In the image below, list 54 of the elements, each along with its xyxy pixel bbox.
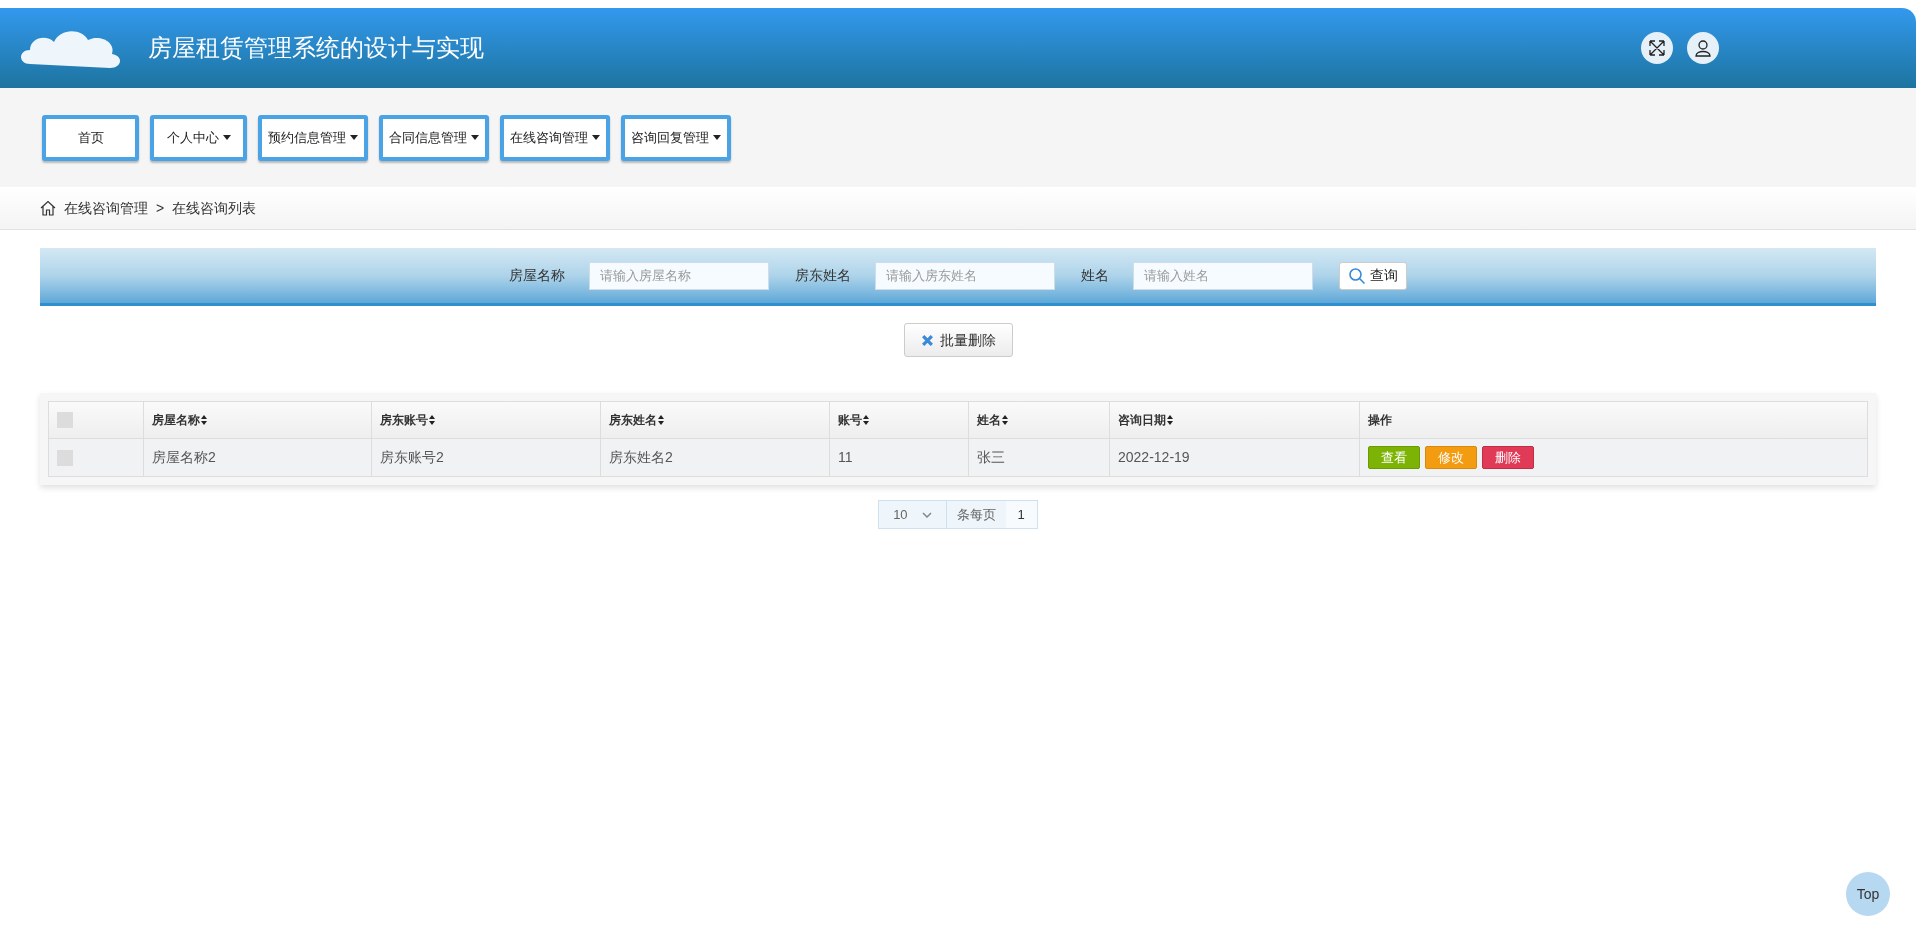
caret-icon [713, 135, 721, 140]
nav-menu-button[interactable]: 个人中心 [150, 114, 247, 161]
column-header[interactable]: 姓名 [977, 411, 1001, 429]
breadcrumb-item[interactable]: 在线咨询管理 [64, 197, 148, 219]
nav-menu-button[interactable]: 预约信息管理 [258, 114, 368, 161]
user-icon[interactable] [1687, 32, 1719, 64]
sort-icon[interactable] [429, 415, 435, 425]
table-cell: 张三 [968, 438, 1110, 477]
chevron-down-icon [921, 511, 932, 518]
column-header: 操作 [1368, 412, 1392, 429]
home-icon[interactable] [40, 200, 56, 216]
nav-menu-button[interactable]: 咨询回复管理 [621, 114, 731, 161]
nav-menu-button[interactable]: 首页 [42, 114, 139, 161]
column-header[interactable]: 咨询日期 [1118, 411, 1166, 429]
app-title: 房屋租赁管理系统的设计与实现 [148, 33, 484, 63]
table-cell: 房屋名称2 [143, 438, 372, 477]
caret-icon [471, 135, 479, 140]
breadcrumb-item: 在线咨询列表 [172, 198, 257, 218]
table-cell: 房东姓名2 [600, 438, 830, 477]
search-icon [1348, 266, 1366, 285]
sort-icon[interactable] [1002, 415, 1008, 425]
field-label: 房屋名称 [509, 266, 565, 285]
caret-icon [350, 135, 358, 140]
field-label: 姓名 [1081, 266, 1109, 285]
table-cell: 房东账号2 [371, 438, 601, 477]
search-field[interactable]: 请输入姓名 [1133, 261, 1313, 290]
table-cell: 2022-12-19 [1109, 438, 1360, 477]
sort-icon[interactable] [658, 415, 664, 425]
column-header[interactable]: 房东姓名 [609, 411, 657, 429]
back-to-top-button[interactable]: Top [1846, 872, 1890, 916]
close-icon [920, 333, 934, 347]
breadcrumb-separator: > [156, 198, 165, 218]
search-button[interactable]: 查询 [1339, 261, 1407, 290]
search-field[interactable]: 请输入房东姓名 [875, 261, 1055, 290]
search-field[interactable]: 请输入房屋名称 [589, 261, 769, 290]
sort-icon[interactable] [201, 415, 207, 425]
checkbox[interactable] [57, 412, 73, 428]
caret-icon [222, 135, 231, 140]
sort-icon[interactable] [863, 415, 869, 425]
caret-icon [592, 135, 600, 140]
field-label: 房东姓名 [795, 266, 851, 285]
column-header[interactable]: 房屋名称 [152, 411, 200, 429]
sort-icon[interactable] [1167, 415, 1173, 425]
fullscreen-icon[interactable] [1641, 32, 1673, 64]
nav-menu-button[interactable]: 在线咨询管理 [500, 114, 610, 161]
table-cell: 11 [829, 438, 969, 477]
column-header[interactable]: 账号 [838, 411, 862, 429]
nav-menu-button[interactable]: 合同信息管理 [379, 114, 489, 161]
page-button[interactable]: 1 [1005, 501, 1037, 528]
page-size-select[interactable]: 10 [879, 501, 947, 528]
page-size-label: 条每页 [955, 505, 997, 524]
delete-button[interactable]: 删除 [1482, 446, 1534, 469]
column-header[interactable]: 房东账号 [380, 411, 428, 429]
batch-delete-button[interactable]: 批量删除 [903, 323, 1013, 357]
